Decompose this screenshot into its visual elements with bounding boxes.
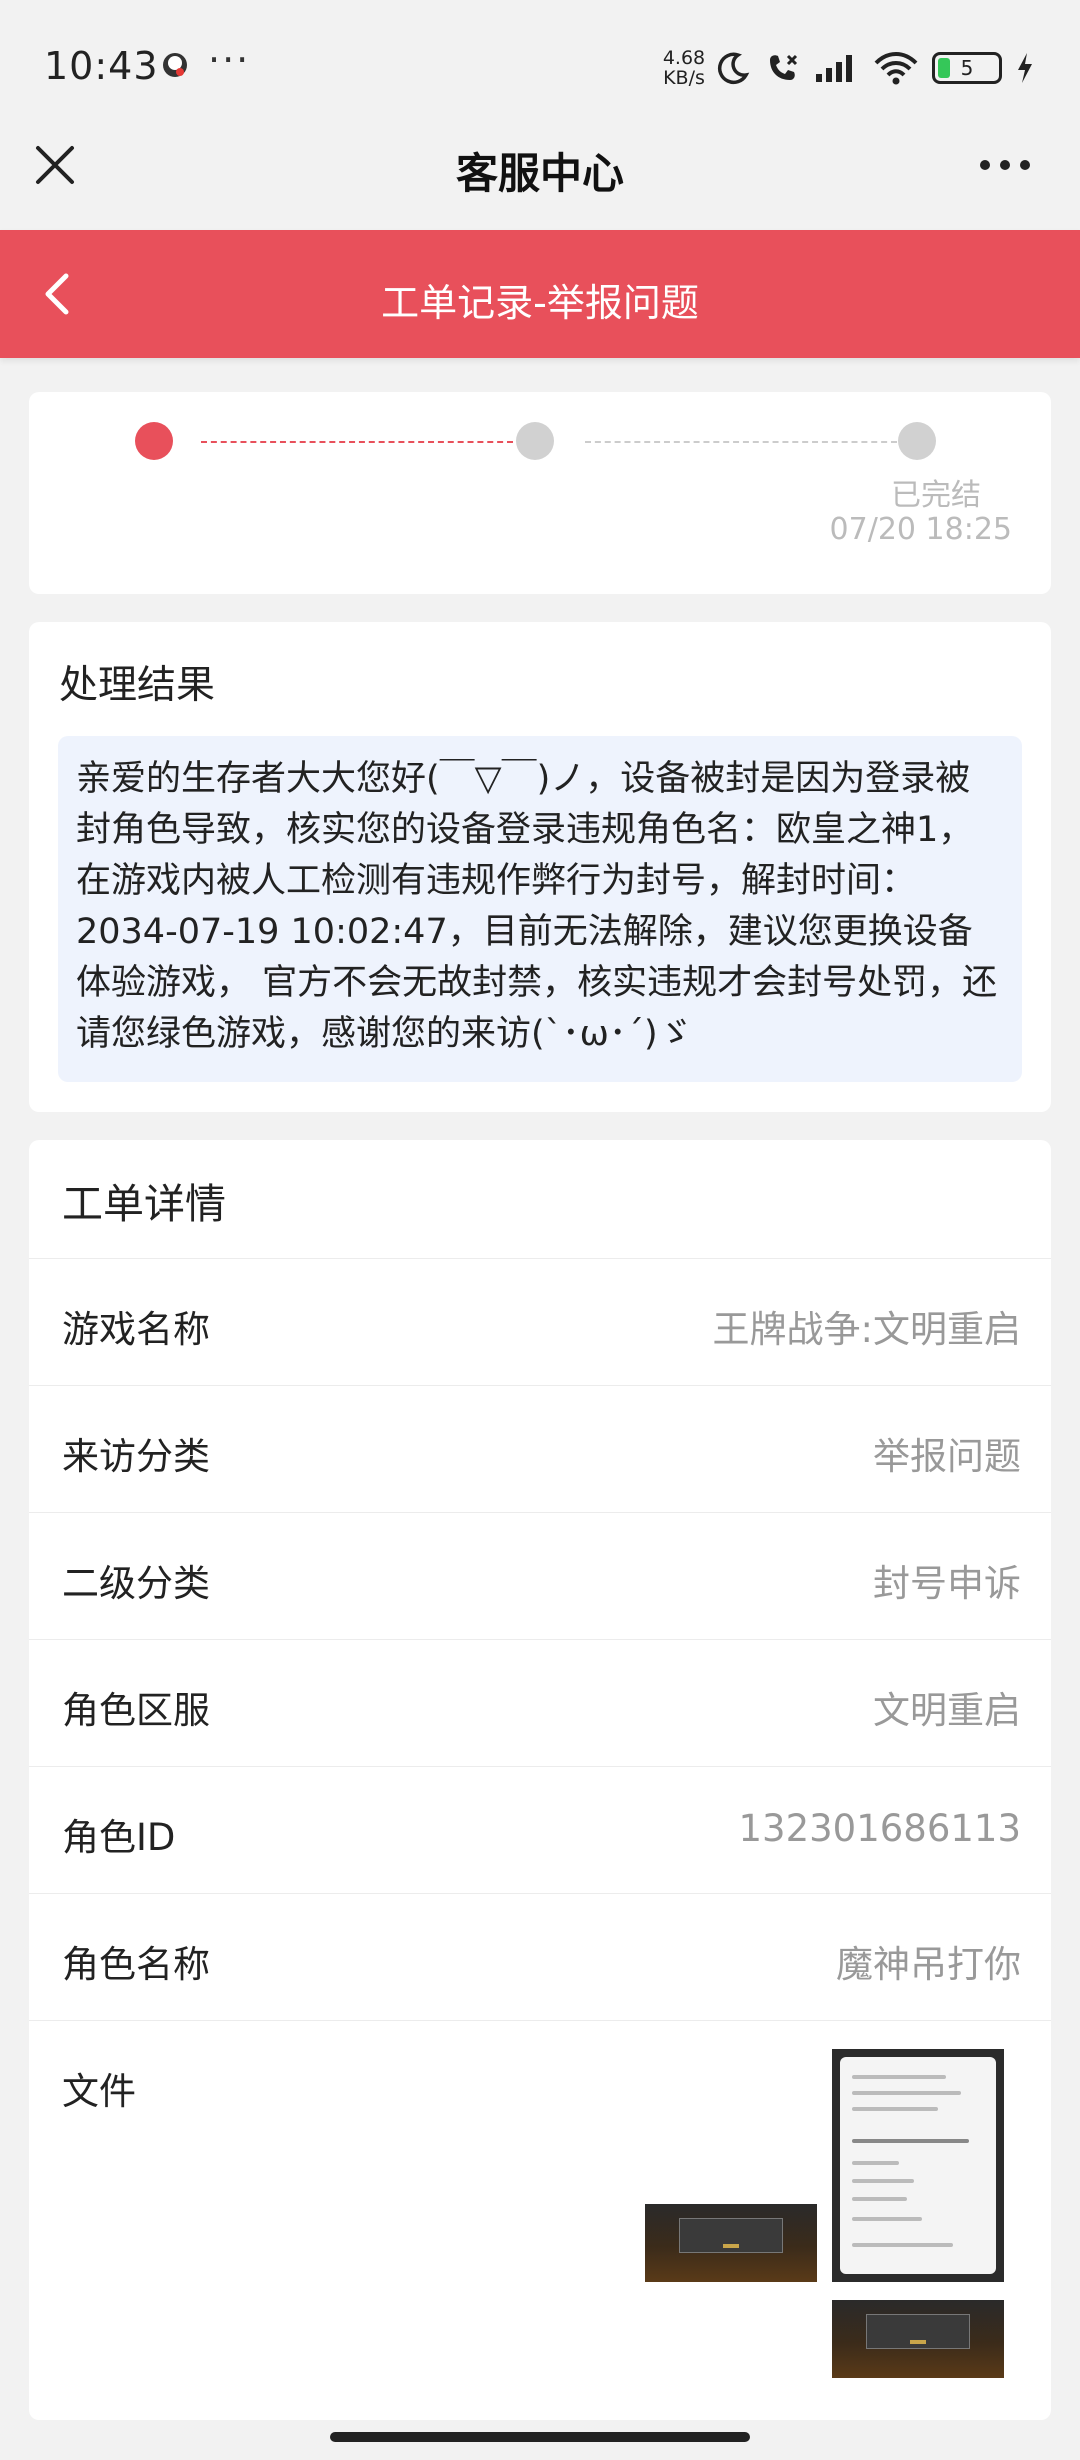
result-message: 亲爱的生存者大大您好(￣▽￣)ノ，设备被封是因为登录被封角色导致，核实您的设备登… [58, 736, 1022, 1082]
app-notification-icon [163, 53, 187, 77]
step-dot-2 [516, 422, 554, 460]
detail-value: 文明重启 [873, 1689, 1021, 1732]
detail-value: 魔神吊打你 [836, 1943, 1021, 1986]
battery-percent: 5 [960, 56, 974, 80]
step-final-time: 07/20 18:25 [829, 512, 1012, 547]
result-title: 处理结果 [59, 663, 216, 708]
detail-row-role-name: 角色名称 魔神吊打你 [29, 1893, 1051, 2020]
step-dot-3 [898, 422, 936, 460]
battery-icon: 5 [932, 52, 1002, 84]
network-speed-value: 4.68 [662, 47, 706, 69]
detail-card: 工单详情 游戏名称 王牌战争:文明重启 来访分类 举报问题 二级分类 封号申诉 … [29, 1140, 1051, 2420]
step-line-2 [585, 441, 897, 443]
status-icons: 5 [716, 46, 1034, 90]
detail-label: 角色名称 [62, 1943, 210, 1986]
detail-value: 132301686113 [738, 1807, 1022, 1850]
detail-label: 二级分类 [62, 1562, 210, 1605]
detail-row-role-id: 角色ID 132301686113 [29, 1766, 1051, 1893]
file-thumbnail-1[interactable] [645, 2204, 817, 2282]
wifi-icon [874, 52, 918, 85]
file-thumbnail-2[interactable] [832, 2049, 1004, 2282]
more-dots-icon[interactable] [975, 140, 1035, 190]
detail-value: 封号申诉 [873, 1562, 1021, 1605]
call-forward-icon [770, 54, 798, 80]
thumbnail-dialog-button [909, 2340, 927, 2345]
step-dot-1 [135, 422, 173, 460]
detail-row-sub-category: 二级分类 封号申诉 [29, 1512, 1051, 1639]
thumbnail-dialog-button [722, 2244, 740, 2249]
moon-icon [717, 52, 750, 85]
detail-title: 工单详情 [62, 1180, 226, 1228]
detail-row-game-name: 游戏名称 王牌战争:文明重启 [29, 1258, 1051, 1385]
detail-row-server: 角色区服 文明重启 [29, 1639, 1051, 1766]
detail-label: 角色ID [62, 1816, 176, 1859]
ticket-header: 工单记录-举报问题 [0, 230, 1080, 358]
step-final-label: 已完结 [891, 478, 981, 513]
status-time: 10:43 [44, 44, 159, 88]
detail-row-files: 文件 [29, 2020, 1051, 2420]
detail-value: 举报问题 [873, 1435, 1021, 1478]
charging-icon [1018, 53, 1032, 83]
thumbnail-dialog [679, 2218, 783, 2254]
signal-icon [816, 55, 852, 82]
home-indicator[interactable] [330, 2432, 750, 2442]
progress-card: 已完结 07/20 18:25 [29, 392, 1051, 594]
status-more-icon: ··· [208, 38, 251, 82]
header-title: 工单记录-举报问题 [381, 281, 699, 325]
network-speed: 4.68 KB/s [660, 48, 708, 88]
result-card: 处理结果 亲爱的生存者大大您好(￣▽￣)ノ，设备被封是因为登录被封角色导致，核实… [29, 622, 1051, 1112]
detail-label: 游戏名称 [62, 1308, 210, 1351]
thumbnail-dialog [866, 2314, 970, 2350]
detail-row-visit-category: 来访分类 举报问题 [29, 1385, 1051, 1512]
network-speed-unit: KB/s [663, 67, 705, 89]
nav-bar: 客服中心 [0, 110, 1080, 230]
step-line-1 [201, 441, 513, 443]
detail-label: 角色区服 [62, 1689, 210, 1732]
thumbnail-phone-screen [840, 2057, 996, 2274]
page-title: 客服中心 [455, 149, 624, 198]
detail-value: 王牌战争:文明重启 [712, 1308, 1021, 1351]
detail-label: 来访分类 [62, 1435, 210, 1478]
file-thumbnail-3[interactable] [832, 2300, 1004, 2378]
files-label: 文件 [62, 2070, 136, 2113]
